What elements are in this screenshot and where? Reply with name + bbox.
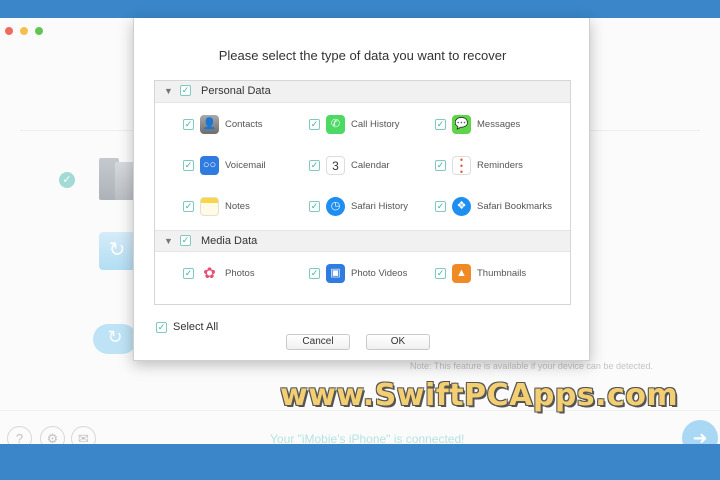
minimize-window-button[interactable] <box>20 27 28 35</box>
option-label: Contacts <box>225 119 263 130</box>
option-label: Calendar <box>351 160 390 171</box>
option-messages[interactable]: ✓ 💬 Messages <box>435 115 565 135</box>
section-label: Media Data <box>201 235 258 247</box>
voicemail-icon: ○○ <box>200 156 219 175</box>
icloud-backup-icon[interactable] <box>93 324 137 354</box>
option-checkbox[interactable]: ✓ <box>309 119 320 130</box>
photo-videos-icon: ▣ <box>326 264 345 283</box>
cancel-button[interactable]: Cancel <box>286 334 350 350</box>
option-photo-videos[interactable]: ✓ ▣ Photo Videos <box>309 264 439 284</box>
option-calendar[interactable]: ✓ 3 Calendar <box>309 156 439 176</box>
maximize-window-button[interactable] <box>35 27 43 35</box>
dialog-title: Please select the type of data you want … <box>218 48 507 63</box>
select-all-label: Select All <box>173 321 219 333</box>
option-photos[interactable]: ✓ ✿ Photos <box>183 264 313 284</box>
data-type-dialog: Please select the type of data you want … <box>133 18 590 361</box>
option-checkbox[interactable]: ✓ <box>309 160 320 171</box>
option-label: Voicemail <box>225 160 266 171</box>
option-checkbox[interactable]: ✓ <box>435 268 446 279</box>
option-safari-history[interactable]: ✓ ◷ Safari History <box>309 197 439 217</box>
ok-button[interactable]: OK <box>366 334 430 350</box>
calendar-icon: 3 <box>326 156 345 175</box>
option-checkbox[interactable]: ✓ <box>435 160 446 171</box>
app-window: ✓ Note: This feature is available if you… <box>0 18 720 456</box>
select-all-checkbox[interactable]: ✓ <box>156 322 167 333</box>
option-checkbox[interactable]: ✓ <box>309 201 320 212</box>
option-contacts[interactable]: ✓ 👤 Contacts <box>183 115 313 135</box>
safari-icon: ◷ <box>326 197 345 216</box>
watermark: www.SwiftPCApps.com <box>280 378 679 413</box>
option-safari-bookmarks[interactable]: ✓ ❖ Safari Bookmarks <box>435 197 565 217</box>
option-checkbox[interactable]: ✓ <box>435 119 446 130</box>
option-label: Messages <box>477 119 521 130</box>
option-label: Safari History <box>351 201 409 212</box>
bookmarks-icon: ❖ <box>452 197 471 216</box>
option-checkbox[interactable]: ✓ <box>309 268 320 279</box>
option-checkbox[interactable]: ✓ <box>183 160 194 171</box>
option-label: Photos <box>225 268 255 279</box>
thumbnails-icon: ▲ <box>452 264 471 283</box>
photos-icon: ✿ <box>200 264 219 283</box>
option-checkbox[interactable]: ✓ <box>183 119 194 130</box>
reminders-icon: • • • <box>452 156 471 177</box>
option-reminders[interactable]: ✓ • • • Reminders <box>435 156 565 177</box>
option-label: Notes <box>225 201 250 212</box>
section-checkbox[interactable]: ✓ <box>180 85 191 96</box>
section-header-personal-data[interactable]: ▼ ✓ Personal Data <box>155 81 570 103</box>
device-icon[interactable] <box>99 158 135 202</box>
device-selected-check-icon: ✓ <box>59 172 75 188</box>
option-label: Safari Bookmarks <box>477 201 552 212</box>
option-label: Reminders <box>477 160 523 171</box>
bottom-frame-bar <box>0 444 720 480</box>
section-label: Personal Data <box>201 85 271 97</box>
collapse-triangle-icon[interactable]: ▼ <box>164 86 173 96</box>
top-frame-bar <box>0 0 720 18</box>
option-notes[interactable]: ✓ Notes <box>183 197 313 217</box>
itunes-backup-icon[interactable] <box>99 232 135 270</box>
collapse-triangle-icon[interactable]: ▼ <box>164 236 173 246</box>
option-label: Photo Videos <box>351 268 408 279</box>
option-voicemail[interactable]: ✓ ○○ Voicemail <box>183 156 313 176</box>
option-checkbox[interactable]: ✓ <box>435 201 446 212</box>
option-label: Call History <box>351 119 400 130</box>
option-checkbox[interactable]: ✓ <box>183 268 194 279</box>
phone-icon: ✆ <box>326 115 345 134</box>
option-call-history[interactable]: ✓ ✆ Call History <box>309 115 439 135</box>
option-label: Thumbnails <box>477 268 527 279</box>
notes-icon <box>200 197 219 216</box>
option-checkbox[interactable]: ✓ <box>183 201 194 212</box>
section-checkbox[interactable]: ✓ <box>180 235 191 246</box>
close-window-button[interactable] <box>5 27 13 35</box>
messages-icon: 💬 <box>452 115 471 134</box>
contacts-icon: 👤 <box>200 115 219 134</box>
feature-note: Note: This feature is available if your … <box>410 361 653 371</box>
section-header-media-data[interactable]: ▼ ✓ Media Data <box>155 230 570 252</box>
data-type-panel: ▼ ✓ Personal Data ✓ 👤 Contacts ✓ ✆ Call … <box>154 80 571 305</box>
option-thumbnails[interactable]: ✓ ▲ Thumbnails <box>435 264 565 284</box>
